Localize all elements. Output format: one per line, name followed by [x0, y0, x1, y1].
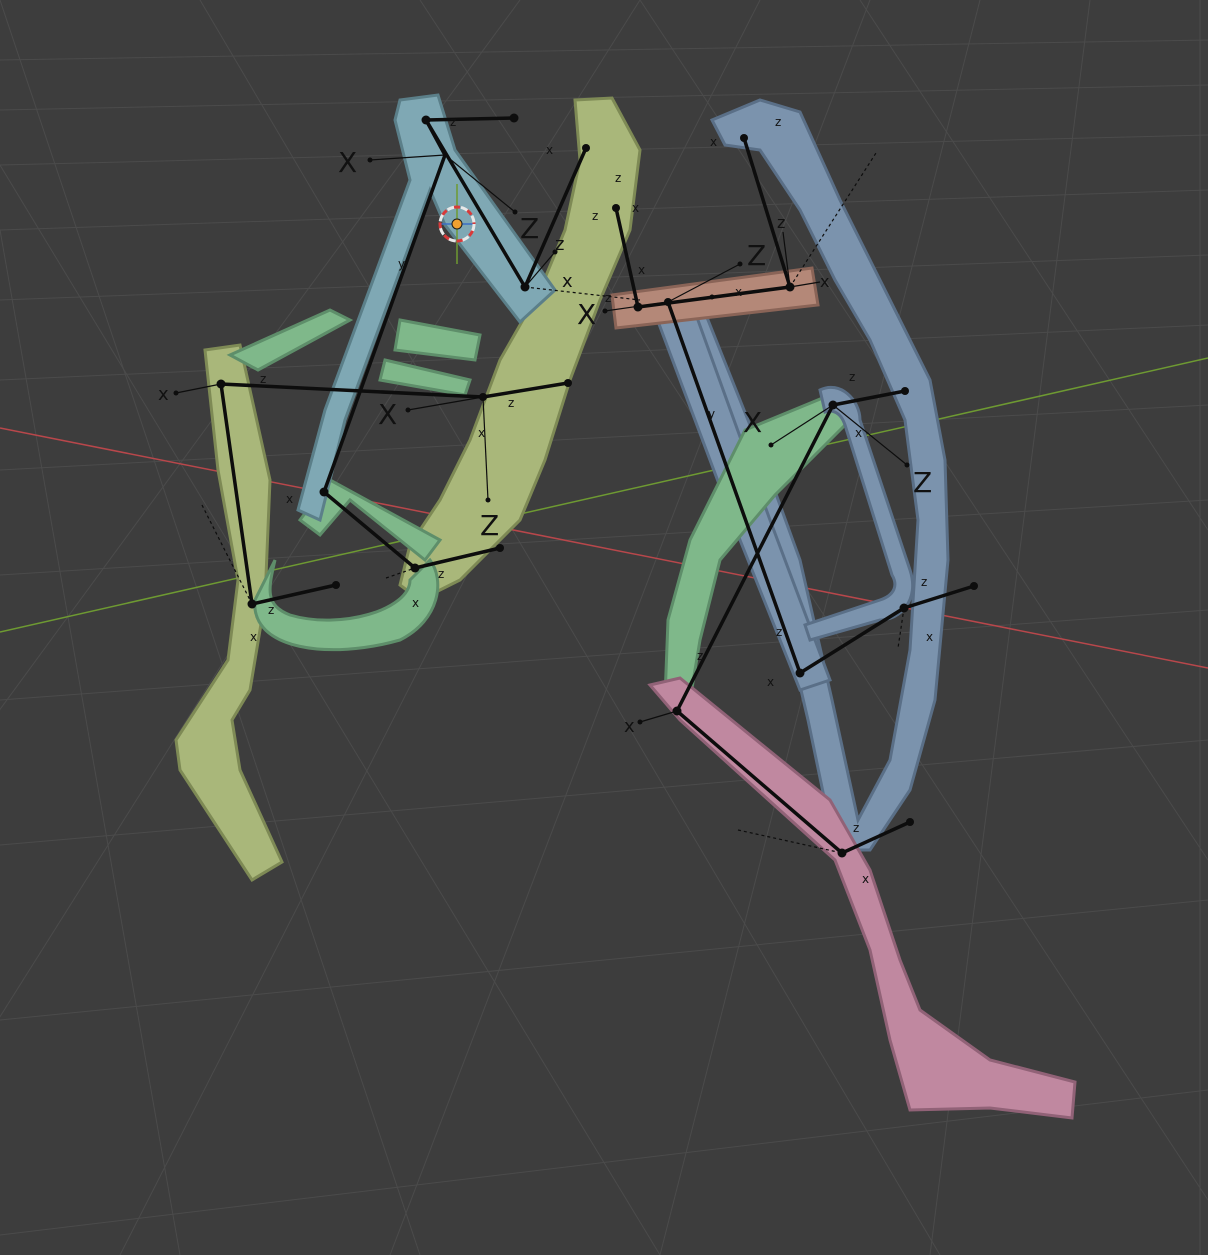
- label-z-small: z: [615, 171, 621, 185]
- label-x-small: x: [638, 263, 645, 277]
- label-x-small: x: [478, 426, 485, 440]
- label-x-small: x: [926, 630, 933, 644]
- label-z-small: z: [849, 370, 855, 384]
- label-z-small: z: [260, 372, 266, 386]
- label-x-small: x: [632, 201, 639, 215]
- label-z: Z: [480, 509, 499, 542]
- 3d-viewport[interactable]: X Z X Z X Z X Z x z z z x x z z x x z x …: [0, 0, 1208, 1255]
- label-y-small: y: [708, 407, 715, 421]
- label-z: Z: [913, 466, 932, 499]
- label-x: X: [577, 298, 596, 331]
- label-x-small: x: [624, 716, 635, 737]
- label-x-small: x: [250, 630, 257, 644]
- label-x: X: [378, 398, 397, 431]
- label-y-small: y: [398, 257, 405, 271]
- label-x-small: x: [546, 143, 553, 157]
- label-z: Z: [747, 239, 766, 272]
- label-x-small: x: [735, 285, 742, 299]
- label-x-small: x: [286, 492, 293, 506]
- label-z-small: z: [438, 567, 444, 581]
- label-z-small: z: [697, 649, 703, 663]
- label-z-small: z: [605, 291, 611, 305]
- label-z-small: z: [450, 115, 456, 129]
- label-x: X: [338, 146, 357, 179]
- label-z-small: z: [508, 396, 514, 410]
- label-x-small: x: [820, 272, 829, 291]
- label-z-small: z: [268, 603, 274, 617]
- label-z: Z: [520, 212, 539, 245]
- x-axis-line: [0, 427, 1208, 669]
- label-x-small: x: [862, 872, 869, 886]
- label-x-small: x: [767, 675, 774, 689]
- label-x-small: x: [855, 426, 862, 440]
- label-x-small: x: [562, 271, 573, 292]
- label-z-small: z: [555, 234, 564, 255]
- label-z-small: z: [775, 115, 781, 129]
- label-x-small: x: [158, 384, 169, 405]
- scene-canvas[interactable]: X Z X Z X Z X Z x z z z x x z z x x z x …: [0, 0, 1208, 1255]
- label-z-small: z: [853, 821, 859, 835]
- label-z-small: z: [592, 209, 598, 223]
- label-z-small: z: [921, 575, 927, 589]
- label-z-small: z: [776, 625, 782, 639]
- label-x-small: x: [412, 596, 419, 610]
- label-x: X: [743, 406, 762, 439]
- label-x-small: x: [710, 135, 717, 149]
- label-z-small: z: [777, 213, 785, 232]
